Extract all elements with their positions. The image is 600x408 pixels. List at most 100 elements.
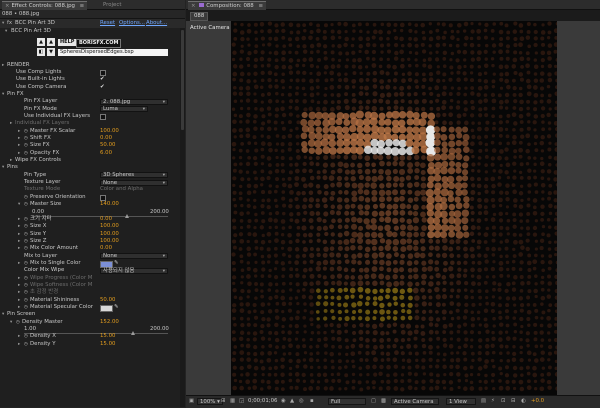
stopwatch-icon[interactable]: ◷ <box>24 341 28 348</box>
collapse-triangle-icon[interactable]: ▾ <box>18 201 20 208</box>
param-dropdown[interactable]: 사용되지 않음 <box>100 267 168 275</box>
param-value[interactable]: 152.00 <box>100 319 119 326</box>
reset-exposure-icon[interactable]: ◐ <box>521 398 526 405</box>
param-dropdown[interactable]: 3D Spheres <box>100 172 168 179</box>
param-value[interactable]: 140.00 <box>100 201 119 208</box>
always-preview-icon[interactable]: ▣ <box>189 398 194 405</box>
expand-triangle-icon[interactable]: ▸ <box>18 135 20 142</box>
preset-browser-icon[interactable]: ◧ <box>37 48 45 56</box>
checkbox-checked[interactable]: ✔ <box>100 84 105 91</box>
param-dropdown[interactable]: Luma <box>100 106 148 113</box>
eyedropper-icon[interactable]: ✎ <box>114 304 119 311</box>
expand-triangle-icon[interactable]: ▸ <box>18 304 20 311</box>
fast-previews-icon[interactable]: ⚡ <box>491 398 495 405</box>
param-dropdown[interactable]: None <box>100 253 168 260</box>
expand-triangle-icon[interactable]: ▸ <box>10 120 12 127</box>
expand-triangle-icon[interactable]: ▸ <box>18 282 20 289</box>
param-value[interactable]: 100.00 <box>100 231 119 238</box>
transparency-grid-icon[interactable]: ▩ <box>381 398 386 405</box>
stopwatch-icon[interactable]: ◷ <box>24 223 28 230</box>
options-link[interactable]: Options... <box>119 19 145 28</box>
stopwatch-icon[interactable]: ◷ <box>24 150 28 157</box>
stopwatch-icon[interactable]: ◷ <box>24 282 28 289</box>
expand-triangle-icon[interactable]: ▸ <box>18 238 20 245</box>
param-value[interactable]: 100.00 <box>100 238 119 245</box>
stopwatch-icon[interactable]: ◷ <box>24 142 28 149</box>
tab-project[interactable]: Project <box>100 1 124 9</box>
resolution-dropdown[interactable]: Full <box>328 397 366 405</box>
snapshot-icon[interactable]: ◉ <box>281 398 286 405</box>
expand-triangle-icon[interactable]: ▸ <box>18 245 20 252</box>
expand-triangle-icon[interactable]: ▸ <box>18 275 20 282</box>
expand-triangle-icon[interactable]: ▸ <box>18 333 20 340</box>
expand-triangle-icon[interactable]: ▸ <box>18 223 20 230</box>
param-value[interactable]: 0.00 <box>100 245 112 252</box>
param-value[interactable]: 100.00 <box>100 128 119 135</box>
fullscreen-icon[interactable]: ◲ <box>239 398 244 405</box>
stopwatch-icon[interactable]: ◷ <box>24 216 28 223</box>
collapse-triangle-icon[interactable]: ▾ <box>10 319 12 326</box>
param-value[interactable]: 0.00 <box>100 135 112 142</box>
resolution-icon[interactable]: ▪ <box>310 398 314 405</box>
stopwatch-icon[interactable]: ◷ <box>24 245 28 252</box>
param-dropdown[interactable]: 2. 088.jpg <box>100 98 168 106</box>
expand-triangle-icon[interactable]: ▸ <box>18 150 20 157</box>
about-link[interactable]: About... <box>146 19 167 28</box>
current-time[interactable]: 0;00;01;06 <box>248 398 277 405</box>
expand-triangle-icon[interactable]: ▸ <box>18 216 20 223</box>
upload-icon[interactable]: ▲ <box>37 38 45 46</box>
expand-triangle-icon[interactable]: ▸ <box>18 297 20 304</box>
panel-menu-icon[interactable]: ≡ <box>258 3 263 9</box>
param-value[interactable]: 6.00 <box>100 150 112 157</box>
save-preset-icon[interactable]: ▲ <box>47 38 55 46</box>
panel-menu-icon[interactable]: ≡ <box>80 3 85 9</box>
param-value[interactable]: 50.00 <box>100 142 115 149</box>
fx-switch-icon[interactable]: fx <box>7 19 12 28</box>
tab-composition[interactable]: × Composition: 088 ≡ <box>188 1 266 10</box>
region-of-interest-icon[interactable]: ▢ <box>371 398 376 405</box>
toggle-pixel-aspect-icon[interactable]: ▤ <box>481 398 486 405</box>
close-icon[interactable]: × <box>5 3 10 9</box>
stopwatch-icon[interactable]: ◷ <box>24 238 28 245</box>
tab-effect-controls[interactable]: × Effect Controls: 088.jpg ≡ <box>2 1 88 10</box>
param-value[interactable]: 0.00 <box>100 216 112 223</box>
collapse-triangle-icon[interactable]: ▾ <box>2 19 4 28</box>
stopwatch-icon[interactable]: ◷ <box>24 289 28 296</box>
show-snapshot-icon[interactable]: ▲ <box>290 398 294 405</box>
stopwatch-icon[interactable]: ◷ <box>24 135 28 142</box>
expand-triangle-icon[interactable]: ▸ <box>18 341 20 348</box>
param-value[interactable]: 15.00 <box>100 341 115 348</box>
eyedropper-icon[interactable]: ✎ <box>114 260 119 267</box>
stopwatch-icon[interactable]: ◷ <box>24 231 28 238</box>
exposure-value[interactable]: +0.0 <box>531 398 544 405</box>
timeline-icon[interactable]: ⊟ <box>511 398 516 405</box>
load-preset-icon[interactable]: ▼ <box>47 48 55 56</box>
collapse-triangle-icon[interactable]: ▾ <box>2 164 4 171</box>
close-icon[interactable]: × <box>191 3 196 9</box>
collapse-triangle-icon[interactable]: ▾ <box>2 311 4 318</box>
stopwatch-icon[interactable]: ◷ <box>24 128 28 135</box>
expand-triangle-icon[interactable]: ▸ <box>18 289 20 296</box>
reset-link[interactable]: Reset <box>100 19 115 28</box>
expand-triangle-icon[interactable]: ▸ <box>2 62 4 69</box>
safe-zones-icon[interactable]: ⊞ <box>221 398 226 405</box>
channel-icon[interactable]: ◎ <box>299 398 304 405</box>
stopwatch-icon[interactable]: ◷ <box>24 260 28 267</box>
expand-triangle-icon[interactable]: ▸ <box>10 157 12 164</box>
grid-icon[interactable]: ▦ <box>230 398 235 405</box>
param-dropdown[interactable]: None <box>100 179 168 186</box>
borisfx-link[interactable]: BORISFX.COM <box>76 39 122 48</box>
magnification-dropdown[interactable]: 100% ▾ <box>197 397 223 405</box>
checkbox-checked[interactable]: ✔ <box>100 76 105 83</box>
stopwatch-icon[interactable]: ◷ <box>24 275 28 282</box>
param-value[interactable]: 15.00 <box>100 333 115 340</box>
flowchart-icon[interactable]: ⊡ <box>501 398 506 405</box>
camera-dropdown[interactable]: Active Camera <box>391 397 439 405</box>
stopwatch-icon[interactable]: ◷ <box>24 297 28 304</box>
stopwatch-icon[interactable]: ◷ <box>24 304 28 311</box>
param-value[interactable]: 50.00 <box>100 297 115 304</box>
stopwatch-icon[interactable]: ◷ <box>24 201 28 208</box>
lock-icon[interactable] <box>199 3 205 7</box>
composition-canvas[interactable] <box>231 21 557 395</box>
view-layout-dropdown[interactable]: 1 View <box>446 397 476 405</box>
